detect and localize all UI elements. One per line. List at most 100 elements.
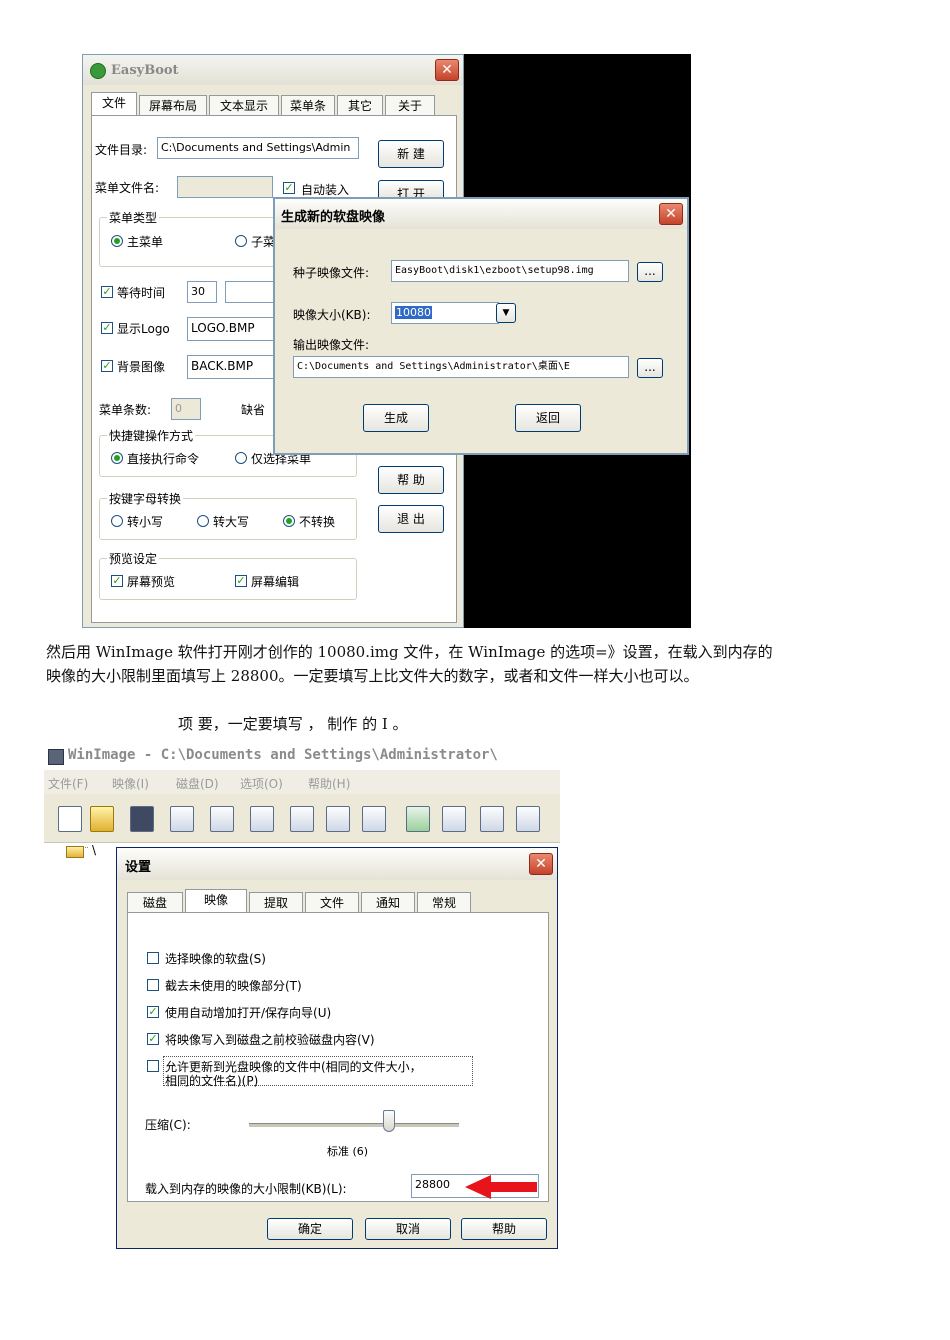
save-icon[interactable] <box>130 806 154 832</box>
cancel-button[interactable]: 取消 <box>365 1218 451 1240</box>
menu-type-legend: 菜单类型 <box>107 209 160 226</box>
no-convert-radio[interactable] <box>283 515 295 527</box>
compress-value-label: 标准 (6) <box>327 1145 369 1158</box>
generate-button[interactable]: 生成 <box>363 404 429 432</box>
output-image-input[interactable]: C:\Documents and Settings\Administrator\… <box>293 356 629 378</box>
output-browse-button[interactable]: ... <box>637 358 663 378</box>
bg-image-label: 背景图像 <box>117 360 166 374</box>
properties-icon[interactable] <box>362 806 386 832</box>
settings-title: 设置 <box>125 860 152 875</box>
exec-command-radio[interactable] <box>111 452 123 464</box>
select-only-radio[interactable] <box>235 452 247 464</box>
sort-type-icon[interactable] <box>442 806 466 832</box>
tree-root-label[interactable]: \ <box>92 843 96 857</box>
uppercase-label: 转大写 <box>213 515 250 529</box>
back-button[interactable]: 返回 <box>515 404 581 432</box>
read-disk-icon[interactable] <box>170 806 194 832</box>
sub-menu-radio[interactable] <box>235 235 247 247</box>
screen-edit-label: 屏幕编辑 <box>251 575 300 589</box>
wait-time-checkbox[interactable]: ✓ <box>101 286 113 298</box>
red-arrow-shape <box>465 1175 537 1199</box>
compress-slider-thumb[interactable] <box>383 1110 395 1132</box>
no-convert-label: 不转换 <box>299 515 336 529</box>
exit-button[interactable]: 退 出 <box>378 505 444 533</box>
ok-button[interactable]: 确定 <box>267 1218 353 1240</box>
allow-update-checkbox[interactable] <box>147 1060 159 1072</box>
tab-disk[interactable]: 磁盘 <box>127 892 183 912</box>
tab-image[interactable]: 映像 <box>185 889 247 912</box>
wait-time-label: 等待时间 <box>117 286 166 300</box>
tab-screen-layout[interactable]: 屏幕布局 <box>139 95 207 115</box>
screen-edit-checkbox[interactable]: ✓ <box>235 575 247 587</box>
menu-image[interactable]: 映像(I) <box>112 775 149 792</box>
file-dir-label: 文件目录: <box>95 143 148 157</box>
close-icon[interactable]: ✕ <box>435 59 459 81</box>
wait-time-input[interactable]: 30 <box>187 281 217 303</box>
menu-file-input[interactable] <box>177 176 273 198</box>
sort-size-icon[interactable] <box>480 806 504 832</box>
tab-general[interactable]: 常规 <box>417 892 471 912</box>
floppy-disk-icon <box>48 749 64 765</box>
compress-label: 压缩(C): <box>145 1118 191 1132</box>
sort-date-icon[interactable] <box>516 806 540 832</box>
generate-image-dialog: 生成新的软盘映像 ✕ 种子映像文件: EasyBoot\disk1\ezboot… <box>273 197 689 455</box>
option-checkbox-verify[interactable]: ✓ <box>147 1033 159 1045</box>
lowercase-radio[interactable] <box>111 515 123 527</box>
open-folder-icon[interactable] <box>90 806 114 832</box>
sort-name-icon[interactable] <box>406 806 430 832</box>
screen-preview-checkbox[interactable]: ✓ <box>111 575 123 587</box>
folder-icon[interactable] <box>66 846 84 858</box>
new-button[interactable]: 新 建 <box>378 140 444 168</box>
option-label-truncate: 截去未使用的映像部分(T) <box>165 979 302 993</box>
tab-notify[interactable]: 通知 <box>361 892 415 912</box>
auto-load-checkbox[interactable]: ✓ <box>283 182 295 194</box>
option-checkbox-select-floppy[interactable] <box>147 952 159 964</box>
option-label-verify: 将映像写入到磁盘之前校验磁盘内容(V) <box>165 1033 375 1047</box>
tab-menu-bar[interactable]: 菜单条 <box>281 95 335 115</box>
compress-slider-track[interactable] <box>249 1123 459 1127</box>
menu-file[interactable]: 文件(F) <box>48 775 88 792</box>
lowercase-label: 转小写 <box>127 515 164 529</box>
file-dir-input[interactable]: C:\Documents and Settings\Admin <box>157 137 359 159</box>
tab-about[interactable]: 关于 <box>385 95 435 115</box>
show-logo-checkbox[interactable]: ✓ <box>101 322 113 334</box>
settings-help-button[interactable]: 帮助 <box>461 1218 547 1240</box>
format-icon[interactable] <box>250 806 274 832</box>
image-size-select[interactable]: 10080 <box>391 302 499 324</box>
menu-options[interactable]: 选项(O) <box>240 775 283 792</box>
paragraph-line-1: 然后用 WinImage 软件打开刚才创作的 10080.img 文件，在 Wi… <box>46 643 773 661</box>
menu-count-input[interactable]: 0 <box>171 398 201 420</box>
main-menu-radio[interactable] <box>111 235 123 247</box>
image-size-label: 映像大小(KB): <box>293 308 371 322</box>
easyboot-logo-icon <box>90 63 106 79</box>
help-button[interactable]: 帮 助 <box>378 466 444 494</box>
write-disk-icon[interactable] <box>210 806 234 832</box>
red-arrow-icon <box>465 1175 537 1199</box>
menu-disk[interactable]: 磁盘(D) <box>176 775 219 792</box>
edit-icon[interactable] <box>326 806 350 832</box>
option-label-select-floppy: 选择映像的软盘(S) <box>165 952 266 966</box>
settings-titlebar: 设置 ✕ <box>117 848 557 880</box>
logo-input[interactable]: LOGO.BMP <box>187 317 283 341</box>
seed-browse-button[interactable]: ... <box>637 262 663 282</box>
close-icon[interactable]: ✕ <box>529 853 553 875</box>
option-checkbox-truncate[interactable] <box>147 979 159 991</box>
mem-limit-label: 载入到内存的映像的大小限制(KB)(L): <box>145 1182 347 1196</box>
close-icon[interactable]: ✕ <box>659 203 683 225</box>
tab-text-display[interactable]: 文本显示 <box>209 95 279 115</box>
bg-image-checkbox[interactable]: ✓ <box>101 360 113 372</box>
menu-help[interactable]: 帮助(H) <box>308 775 350 792</box>
option-checkbox-auto-wizard[interactable]: ✓ <box>147 1006 159 1018</box>
new-file-icon[interactable] <box>58 806 82 832</box>
tab-extract[interactable]: 提取 <box>249 892 303 912</box>
bg-image-input[interactable]: BACK.BMP <box>187 355 283 379</box>
tab-file[interactable]: 文件 <box>91 92 137 115</box>
menu-file-label: 菜单文件名: <box>95 181 160 195</box>
chevron-down-icon[interactable]: ▼ <box>496 303 516 323</box>
uppercase-radio[interactable] <box>197 515 209 527</box>
copy-icon[interactable] <box>290 806 314 832</box>
tab-other[interactable]: 其它 <box>337 95 383 115</box>
tab-files[interactable]: 文件 <box>305 892 359 912</box>
preview-legend: 预览设定 <box>107 550 160 567</box>
seed-image-input[interactable]: EasyBoot\disk1\ezboot\setup98.img <box>391 260 629 282</box>
